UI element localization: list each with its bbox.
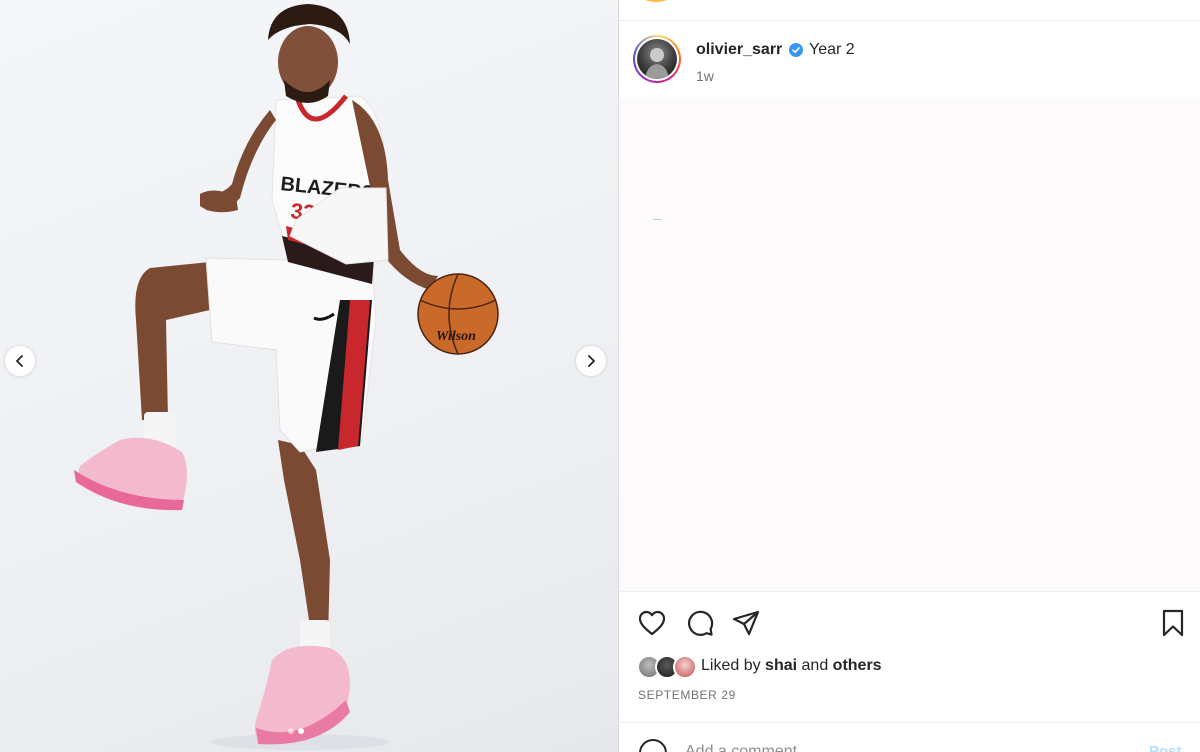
- share-icon: [732, 610, 760, 636]
- carousel-dot-active: [298, 728, 304, 734]
- post-caption: Year 2: [809, 41, 855, 58]
- emoji-icon[interactable]: [639, 739, 667, 752]
- divider: [619, 591, 1200, 592]
- heart-icon: [638, 610, 666, 636]
- chevron-right-icon: [588, 355, 596, 367]
- comment-composer: Post: [619, 723, 1200, 752]
- likers-others-link[interactable]: others: [833, 657, 882, 674]
- author-avatar-story-ring[interactable]: [633, 35, 681, 83]
- svg-text:Wilson: Wilson: [436, 329, 476, 344]
- comment-input[interactable]: [685, 741, 1105, 752]
- action-bar: [619, 602, 1200, 642]
- chevron-left-icon: [15, 355, 23, 367]
- post-media[interactable]: BLAZERS 33 Wilson: [0, 0, 618, 752]
- post-date[interactable]: SEPTEMBER 29: [638, 688, 736, 702]
- carousel-next-button[interactable]: [576, 346, 606, 376]
- share-button[interactable]: [731, 608, 761, 638]
- like-button[interactable]: [637, 608, 667, 638]
- loading-indicator: [653, 219, 661, 220]
- carousel-prev-button[interactable]: [5, 346, 35, 376]
- story-ring-partial: [641, 0, 671, 2]
- likes-summary: Liked by shai and others: [637, 654, 1197, 680]
- comment-icon: [688, 610, 714, 636]
- carousel-dot: [288, 728, 294, 734]
- avatar: [637, 39, 677, 79]
- author-username[interactable]: olivier_sarr: [696, 41, 782, 59]
- avatar-image: [645, 48, 669, 79]
- avatar: [673, 655, 697, 679]
- liker-avatars[interactable]: [637, 655, 699, 679]
- verified-badge-icon: [789, 43, 803, 62]
- liked-by-text: Liked by shai and others: [701, 657, 882, 674]
- carousel-indicator: [288, 728, 304, 734]
- liker-username[interactable]: shai: [765, 657, 797, 674]
- comment-button[interactable]: [685, 608, 715, 638]
- post-details-panel: olivier_sarr Year 2 1w Liked by shai and…: [619, 0, 1200, 752]
- comments-list[interactable]: [619, 99, 1200, 591]
- post-header: olivier_sarr Year 2 1w: [619, 21, 1200, 99]
- post-photo: BLAZERS 33 Wilson: [74, 4, 499, 750]
- post-comment-button[interactable]: Post: [1149, 743, 1182, 752]
- post-timestamp[interactable]: 1w: [696, 68, 714, 84]
- bookmark-icon: [1162, 609, 1184, 637]
- save-button[interactable]: [1158, 608, 1188, 638]
